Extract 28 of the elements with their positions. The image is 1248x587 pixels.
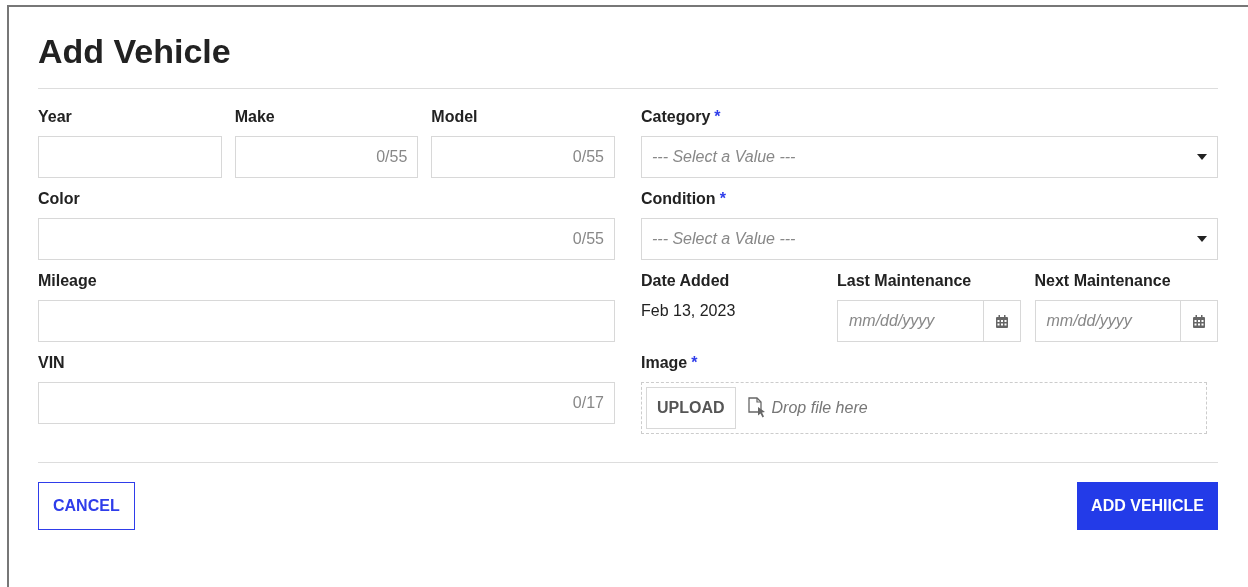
upload-button[interactable]: UPLOAD [646,387,736,429]
field-label: Date Added [641,272,731,290]
field-label: Year [38,108,73,126]
field-label: Model [431,108,479,126]
field-label: Category [641,108,711,126]
field-label: Make [234,108,276,126]
field-label: Condition [641,190,716,208]
field-label: Color [38,190,81,208]
text-field[interactable]: 0/55 [431,136,615,178]
select-dropdown[interactable]: --- Select a Value --- [641,218,1218,260]
text-field[interactable]: 0/55 [38,218,615,260]
required-marker: * [719,190,726,208]
field-label: Next Maintenance [1034,272,1172,290]
field-label: Last Maintenance [837,272,973,290]
required-marker: * [714,108,721,126]
add-vehicle-button[interactable]: ADD VEHIICLE [1077,482,1218,530]
dialog-title: Add Vehicle [38,31,232,64]
file-drop-zone[interactable]: UPLOAD Drop file here [641,382,1207,434]
cancel-button[interactable]: CANCEL [38,482,135,530]
field-label: Mileage [38,272,98,290]
date-value: Feb 13, 2023 [641,301,737,321]
text-field[interactable]: 0/17 [38,382,615,424]
required-marker: * [691,354,698,372]
drop-hint: Drop file here [771,399,868,417]
text-field[interactable]: 0/55 [234,136,419,178]
field-label: Image [641,354,688,372]
select-dropdown[interactable]: --- Select a Value --- [641,136,1218,178]
field-label: VIN [38,354,66,372]
